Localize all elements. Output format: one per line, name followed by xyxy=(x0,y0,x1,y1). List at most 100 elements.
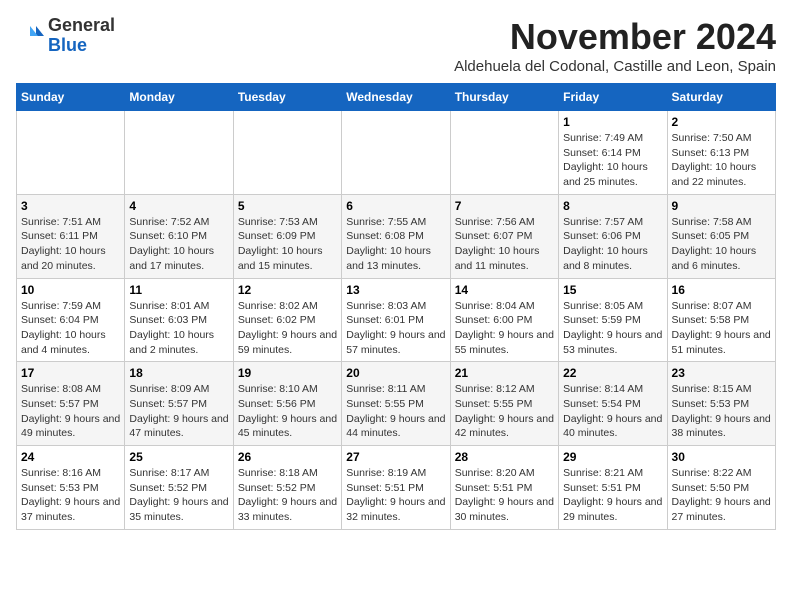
day-number: 23 xyxy=(672,366,771,380)
calendar-day-header: Wednesday xyxy=(342,84,450,111)
location-subtitle: Aldehuela del Codonal, Castille and Leon… xyxy=(454,58,776,75)
calendar-cell: 2 Sunrise: 7:50 AM Sunset: 6:13 PM Daylig… xyxy=(667,111,775,195)
calendar-cell: 24Sunrise: 8:16 AM Sunset: 5:53 PM Dayli… xyxy=(17,446,125,530)
day-info: Sunrise: 8:11 AM Sunset: 5:55 PM Dayligh… xyxy=(346,382,445,441)
calendar-cell: 16 Sunrise: 8:07 AM Sunset: 5:58 PM Dayli… xyxy=(667,278,775,362)
day-info: Sunrise: 8:21 AM Sunset: 5:51 PM Dayligh… xyxy=(563,466,662,525)
day-info: Sunrise: 7:57 AM Sunset: 6:06 PM Dayligh… xyxy=(563,215,662,274)
calendar-cell: 10 Sunrise: 7:59 AM Sunset: 6:04 PM Dayli… xyxy=(17,278,125,362)
calendar-cell xyxy=(342,111,450,195)
month-title: November 2024 xyxy=(454,16,776,58)
day-number: 3 xyxy=(21,199,120,213)
day-number: 27 xyxy=(346,450,445,464)
day-info: Sunrise: 7:52 AM Sunset: 6:10 PM Dayligh… xyxy=(129,215,228,274)
day-number: 8 xyxy=(563,199,662,213)
day-info: Sunrise: 8:02 AM Sunset: 6:02 PM Dayligh… xyxy=(238,299,337,358)
calendar-cell xyxy=(125,111,233,195)
day-info: Sunrise: 8:07 AM Sunset: 5:58 PM Dayligh… xyxy=(672,299,771,358)
page-header: General Blue November 2024 Aldehuela del… xyxy=(16,16,776,75)
calendar-cell: 29 Sunrise: 8:21 AM Sunset: 5:51 PM Dayli… xyxy=(559,446,667,530)
day-number: 16 xyxy=(672,283,771,297)
day-number: 20 xyxy=(346,366,445,380)
calendar-cell: 15 Sunrise: 8:05 AM Sunset: 5:59 PM Dayli… xyxy=(559,278,667,362)
day-number: 24 xyxy=(21,450,120,464)
day-number: 18 xyxy=(129,366,228,380)
day-number: 2 xyxy=(672,115,771,129)
calendar-cell: 25Sunrise: 8:17 AM Sunset: 5:52 PM Dayli… xyxy=(125,446,233,530)
day-number: 6 xyxy=(346,199,445,213)
calendar-cell: 14 Sunrise: 8:04 AM Sunset: 6:00 PM Dayli… xyxy=(450,278,558,362)
day-info: Sunrise: 8:09 AM Sunset: 5:57 PM Dayligh… xyxy=(129,382,228,441)
day-number: 12 xyxy=(238,283,337,297)
calendar-cell: 1 Sunrise: 7:49 AM Sunset: 6:14 PM Daylig… xyxy=(559,111,667,195)
day-info: Sunrise: 8:17 AM Sunset: 5:52 PM Dayligh… xyxy=(129,466,228,525)
day-info: Sunrise: 7:51 AM Sunset: 6:11 PM Dayligh… xyxy=(21,215,120,274)
calendar-cell: 30 Sunrise: 8:22 AM Sunset: 5:50 PM Dayli… xyxy=(667,446,775,530)
calendar-cell: 11Sunrise: 8:01 AM Sunset: 6:03 PM Dayli… xyxy=(125,278,233,362)
day-info: Sunrise: 7:59 AM Sunset: 6:04 PM Dayligh… xyxy=(21,299,120,358)
logo-blue-text: Blue xyxy=(48,35,87,55)
day-info: Sunrise: 8:10 AM Sunset: 5:56 PM Dayligh… xyxy=(238,382,337,441)
calendar-day-header: Monday xyxy=(125,84,233,111)
calendar-cell: 7 Sunrise: 7:56 AM Sunset: 6:07 PM Daylig… xyxy=(450,194,558,278)
calendar-cell: 5 Sunrise: 7:53 AM Sunset: 6:09 PM Daylig… xyxy=(233,194,341,278)
day-info: Sunrise: 7:50 AM Sunset: 6:13 PM Dayligh… xyxy=(672,131,771,190)
day-number: 17 xyxy=(21,366,120,380)
day-info: Sunrise: 7:56 AM Sunset: 6:07 PM Dayligh… xyxy=(455,215,554,274)
day-info: Sunrise: 8:03 AM Sunset: 6:01 PM Dayligh… xyxy=(346,299,445,358)
title-block: November 2024 Aldehuela del Codonal, Cas… xyxy=(454,16,776,75)
day-number: 5 xyxy=(238,199,337,213)
day-info: Sunrise: 8:19 AM Sunset: 5:51 PM Dayligh… xyxy=(346,466,445,525)
day-number: 21 xyxy=(455,366,554,380)
calendar-cell xyxy=(17,111,125,195)
logo-text: General Blue xyxy=(48,16,115,56)
day-number: 9 xyxy=(672,199,771,213)
calendar-day-header: Tuesday xyxy=(233,84,341,111)
logo: General Blue xyxy=(16,16,115,56)
calendar-cell: 8 Sunrise: 7:57 AM Sunset: 6:06 PM Daylig… xyxy=(559,194,667,278)
day-number: 29 xyxy=(563,450,662,464)
calendar-header-row: SundayMondayTuesdayWednesdayThursdayFrid… xyxy=(17,84,776,111)
calendar-cell: 3 Sunrise: 7:51 AM Sunset: 6:11 PM Daylig… xyxy=(17,194,125,278)
calendar-cell: 17 Sunrise: 8:08 AM Sunset: 5:57 PM Dayli… xyxy=(17,362,125,446)
day-info: Sunrise: 8:22 AM Sunset: 5:50 PM Dayligh… xyxy=(672,466,771,525)
calendar-day-header: Saturday xyxy=(667,84,775,111)
calendar-cell: 28 Sunrise: 8:20 AM Sunset: 5:51 PM Dayli… xyxy=(450,446,558,530)
day-info: Sunrise: 8:18 AM Sunset: 5:52 PM Dayligh… xyxy=(238,466,337,525)
day-info: Sunrise: 8:05 AM Sunset: 5:59 PM Dayligh… xyxy=(563,299,662,358)
day-number: 22 xyxy=(563,366,662,380)
day-number: 14 xyxy=(455,283,554,297)
calendar-cell: 20 Sunrise: 8:11 AM Sunset: 5:55 PM Dayli… xyxy=(342,362,450,446)
calendar-week-row: 17 Sunrise: 8:08 AM Sunset: 5:57 PM Dayli… xyxy=(17,362,776,446)
logo-general-text: General xyxy=(48,15,115,35)
calendar-cell: 12 Sunrise: 8:02 AM Sunset: 6:02 PM Dayli… xyxy=(233,278,341,362)
day-info: Sunrise: 8:20 AM Sunset: 5:51 PM Dayligh… xyxy=(455,466,554,525)
calendar-day-header: Friday xyxy=(559,84,667,111)
day-number: 1 xyxy=(563,115,662,129)
calendar-cell: 13Sunrise: 8:03 AM Sunset: 6:01 PM Dayli… xyxy=(342,278,450,362)
calendar-cell: 4 Sunrise: 7:52 AM Sunset: 6:10 PM Daylig… xyxy=(125,194,233,278)
calendar-cell: 26 Sunrise: 8:18 AM Sunset: 5:52 PM Dayli… xyxy=(233,446,341,530)
day-number: 28 xyxy=(455,450,554,464)
day-info: Sunrise: 7:58 AM Sunset: 6:05 PM Dayligh… xyxy=(672,215,771,274)
calendar-day-header: Thursday xyxy=(450,84,558,111)
day-number: 11 xyxy=(129,283,228,297)
logo-icon xyxy=(16,22,44,50)
calendar-cell xyxy=(450,111,558,195)
day-number: 7 xyxy=(455,199,554,213)
day-number: 4 xyxy=(129,199,228,213)
day-number: 30 xyxy=(672,450,771,464)
day-info: Sunrise: 7:49 AM Sunset: 6:14 PM Dayligh… xyxy=(563,131,662,190)
day-info: Sunrise: 7:53 AM Sunset: 6:09 PM Dayligh… xyxy=(238,215,337,274)
day-number: 15 xyxy=(563,283,662,297)
day-info: Sunrise: 8:08 AM Sunset: 5:57 PM Dayligh… xyxy=(21,382,120,441)
calendar-cell: 23Sunrise: 8:15 AM Sunset: 5:53 PM Dayli… xyxy=(667,362,775,446)
calendar-cell: 9 Sunrise: 7:58 AM Sunset: 6:05 PM Daylig… xyxy=(667,194,775,278)
day-number: 19 xyxy=(238,366,337,380)
calendar-cell: 18 Sunrise: 8:09 AM Sunset: 5:57 PM Dayli… xyxy=(125,362,233,446)
calendar-cell: 22Sunrise: 8:14 AM Sunset: 5:54 PM Dayli… xyxy=(559,362,667,446)
day-number: 10 xyxy=(21,283,120,297)
day-info: Sunrise: 8:04 AM Sunset: 6:00 PM Dayligh… xyxy=(455,299,554,358)
calendar-cell: 19 Sunrise: 8:10 AM Sunset: 5:56 PM Dayli… xyxy=(233,362,341,446)
day-number: 26 xyxy=(238,450,337,464)
